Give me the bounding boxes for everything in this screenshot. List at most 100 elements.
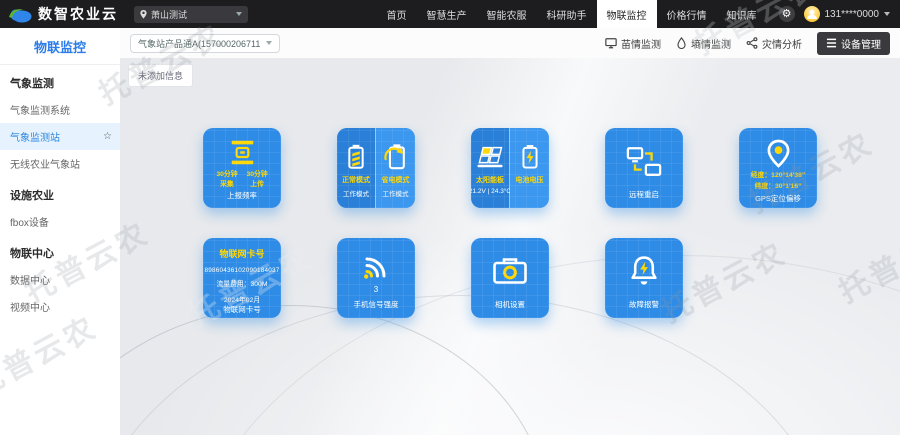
location-pin-icon	[766, 139, 791, 168]
disaster-analysis-button[interactable]: 灾情分析	[746, 36, 802, 51]
camera-settings-card[interactable]: 相机设置	[471, 238, 549, 318]
sidebar-item-label: 无线农业气象站	[10, 156, 80, 171]
card-label: 手机信号强度	[354, 299, 399, 310]
sidebar-title: 物联监控	[0, 28, 120, 65]
star-icon[interactable]: ☆	[103, 131, 112, 142]
gps-coordinates: 经度：120°14'38" 纬度：30°1'16"	[751, 171, 805, 193]
sidebar-group-iot-center: 物联中心	[0, 235, 120, 266]
user-phone: 131****0000	[825, 9, 880, 20]
sidebar-item-label: fbox设备	[10, 214, 49, 229]
button-label: 苗情监测	[621, 36, 661, 51]
battery-title: 电池电压	[516, 175, 544, 185]
top-nav-menu: 首页 智慧生产 智能农服 科研助手 物联监控 价格行情 知识库	[377, 0, 767, 28]
solar-title: 太阳能板	[476, 175, 504, 185]
chevron-down-icon	[884, 12, 890, 16]
no-info-tag[interactable]: 未添加信息	[128, 64, 193, 87]
content-toolbar: 气象站产品通A(157000206711 苗情监测 墒情监测	[120, 28, 900, 58]
nav-item-price-quotes[interactable]: 价格行情	[657, 0, 717, 28]
solar-values: 21.2V | 24.3°C	[471, 188, 511, 195]
report-values: 30分钟 采集 30分钟 上传	[216, 170, 267, 190]
nav-item-knowledge-base[interactable]: 知识库	[717, 0, 767, 28]
signal-value: 3	[374, 285, 378, 294]
gps-latitude: 纬度：30°1'16"	[751, 182, 805, 193]
brand: 数智农业云	[0, 4, 118, 24]
sidebar-group-facility: 设施农业	[0, 177, 120, 208]
gps-longitude: 经度：120°14'38"	[751, 171, 805, 182]
gear-icon[interactable]: ⚙	[779, 6, 795, 22]
app-window: 数智农业云 萧山测试 首页 智慧生产 智能农服 科研助手 物联监控 价格行情 知…	[0, 0, 900, 435]
fault-alarm-card[interactable]: 故障报警	[605, 238, 683, 318]
signal-strength-card[interactable]: 3 手机信号强度	[337, 238, 415, 318]
top-navbar: 数智农业云 萧山测试 首页 智慧生产 智能农服 科研助手 物联监控 价格行情 知…	[0, 0, 900, 28]
avatar	[804, 6, 820, 22]
chevron-down-icon	[236, 12, 242, 16]
alarm-bell-icon	[629, 253, 659, 288]
brand-name: 数智农业云	[38, 4, 118, 24]
battery-refresh-icon	[383, 140, 409, 172]
list-icon	[826, 38, 837, 48]
device-card-grid: 30分钟 采集 30分钟 上传 上报频率	[203, 128, 817, 348]
gps-card[interactable]: 经度：120°14'38" 纬度：30°1'16" GPS定位偏移	[739, 128, 817, 208]
cloud-logo-icon	[8, 6, 32, 23]
map-pin-icon	[140, 10, 147, 19]
chevron-down-icon	[266, 41, 272, 45]
mode-title: 正常模式	[342, 175, 370, 185]
sidebar-item-wireless-station[interactable]: 无线农业气象站	[0, 150, 120, 177]
sidebar-item-data-center[interactable]: 数据中心	[0, 266, 120, 293]
share-nodes-icon	[746, 37, 758, 49]
camera-icon	[492, 254, 528, 288]
card-row-1: 30分钟 采集 30分钟 上传 上报频率	[203, 128, 817, 208]
sidebar-item-fbox[interactable]: fbox设备	[0, 208, 120, 235]
nav-item-smart-production[interactable]: 智慧生产	[417, 0, 477, 28]
drop-icon	[676, 37, 687, 49]
sidebar-group-weather: 气象监测	[0, 65, 120, 96]
nav-item-smart-service[interactable]: 智能农服	[477, 0, 537, 28]
nav-item-home[interactable]: 首页	[377, 0, 417, 28]
sidebar-item-label: 气象监测系统	[10, 102, 70, 117]
mode-sub: 工作模式	[343, 188, 369, 198]
nav-item-iot-monitoring[interactable]: 物联监控	[597, 0, 657, 28]
sidebar-item-weather-system[interactable]: 气象监测系统	[0, 96, 120, 123]
wifi-signal-icon	[361, 251, 391, 283]
solar-panel-half[interactable]: 太阳能板 21.2V | 24.3°C	[471, 128, 510, 208]
card-label: 相机设置	[495, 299, 525, 310]
sidebar: 物联监控 气象监测 气象监测系统 气象监测站 ☆ 无线农业气象站 设施农业 fb…	[0, 28, 120, 435]
solar-panel-icon	[475, 140, 505, 172]
power-save-mode-half[interactable]: 省电模式 工作模式	[376, 128, 415, 208]
mode-sub: 工作模式	[383, 188, 409, 198]
remote-restart-card[interactable]: 远程重启	[605, 128, 683, 208]
location-select[interactable]: 萧山测试	[134, 6, 248, 23]
normal-mode-half[interactable]: 正常模式 工作模式	[337, 128, 376, 208]
button-label: 灾情分析	[762, 36, 802, 51]
card-label: 远程重启	[629, 189, 659, 200]
device-manage-button[interactable]: 设备管理	[817, 32, 890, 55]
seedling-monitor-button[interactable]: 苗情监测	[605, 36, 661, 51]
upload-interval: 30分钟 上传	[247, 170, 268, 190]
power-status-card[interactable]: 太阳能板 21.2V | 24.3°C 电池电压	[471, 128, 549, 208]
mode-title: 省电模式	[382, 175, 410, 185]
work-mode-card[interactable]: 正常模式 工作模式 省电模式 工作模	[337, 128, 415, 208]
iot-sim-card[interactable]: 物联网卡号 89860436102090184037 流量费用：300M 202…	[203, 238, 281, 318]
sidebar-item-label: 数据中心	[10, 272, 50, 287]
nav-item-research-assistant[interactable]: 科研助手	[537, 0, 597, 28]
battery-bolt-icon	[521, 140, 539, 172]
device-select-value: 气象站产品通A(157000206711	[138, 37, 260, 50]
battery-icon	[346, 140, 366, 172]
location-select-value: 萧山测试	[151, 8, 232, 21]
user-menu[interactable]: 131****0000	[804, 6, 900, 22]
battery-voltage-half[interactable]: 电池电压	[510, 128, 549, 208]
card-row-2: 物联网卡号 89860436102090184037 流量费用：300M 202…	[203, 238, 817, 318]
sim-title: 物联网卡号	[219, 247, 264, 260]
main-content: 气象站产品通A(157000206711 苗情监测 墒情监测	[120, 28, 900, 435]
sidebar-item-weather-station[interactable]: 气象监测站 ☆	[0, 123, 120, 150]
sidebar-item-video-center[interactable]: 视频中心	[0, 293, 120, 320]
collect-interval: 30分钟 采集	[216, 170, 237, 190]
button-label: 设备管理	[841, 36, 881, 51]
report-frequency-card[interactable]: 30分钟 采集 30分钟 上传 上报频率	[203, 128, 281, 208]
card-label: GPS定位偏移	[755, 193, 801, 204]
toolbar-actions: 苗情监测 墒情监测 灾情分析	[605, 32, 890, 55]
remote-monitors-icon	[626, 144, 662, 180]
soil-moisture-button[interactable]: 墒情监测	[676, 36, 731, 51]
device-select[interactable]: 气象站产品通A(157000206711	[130, 34, 280, 53]
sim-month: 2024年02月	[224, 294, 260, 304]
